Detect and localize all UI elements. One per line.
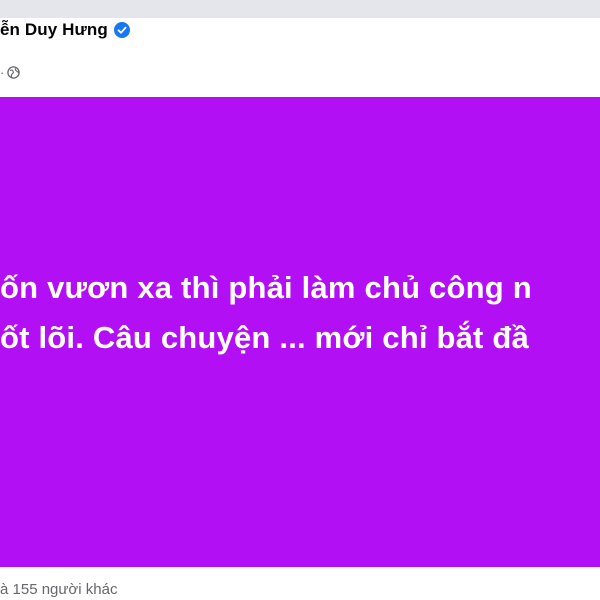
post-text-banner: ốn vươn xa thì phải làm chủ công n ốt lõ… [0,97,600,567]
post-meta-text[interactable]: · [0,65,4,80]
page-top-strip [0,0,600,18]
reactions-text: à 155 người khác [0,580,118,598]
banner-text-line-1: ốn vươn xa thì phải làm chủ công n [0,270,532,305]
reactions-summary[interactable]: à 155 người khác [0,579,117,599]
post-meta-row: · [0,63,21,81]
banner-text-line-2: ốt lõi. Câu chuyện ... mới chỉ bắt đầ [0,320,529,355]
author-name-link[interactable]: ễn Duy Hưng [0,20,108,40]
globe-icon[interactable] [7,65,21,79]
post-author-row: ễn Duy Hưng [0,18,130,42]
verified-badge-icon [113,22,130,38]
